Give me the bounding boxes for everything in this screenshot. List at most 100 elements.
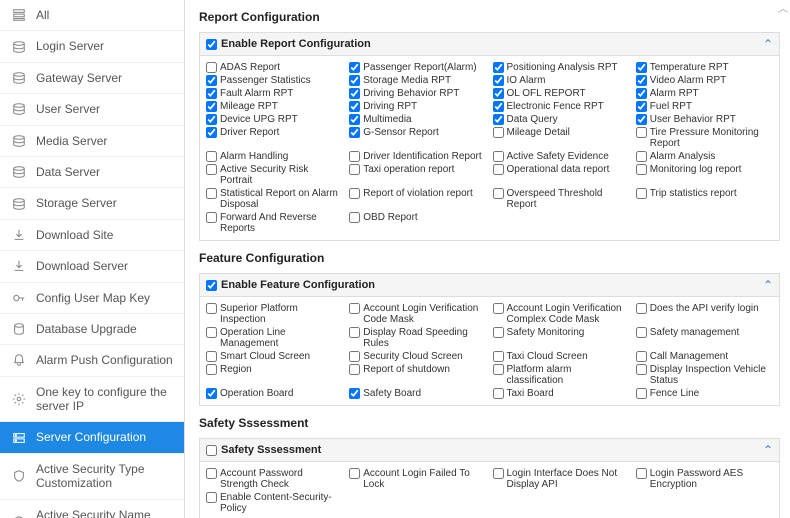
option-login-interface-does-not-display-api[interactable]: Login Interface Does Not Display API xyxy=(493,468,630,490)
option-checkbox[interactable] xyxy=(206,127,217,138)
option-checkbox[interactable] xyxy=(349,468,360,479)
option-checkbox[interactable] xyxy=(349,62,360,73)
sidebar-item-gateway-server[interactable]: Gateway Server xyxy=(0,63,184,94)
option-alarm-handling[interactable]: Alarm Handling xyxy=(206,151,343,162)
option-active-security-risk-portrait[interactable]: Active Security Risk Portrait xyxy=(206,164,343,186)
option-alarm-rpt[interactable]: Alarm RPT xyxy=(636,88,773,99)
option-checkbox[interactable] xyxy=(636,388,647,399)
option-fault-alarm-rpt[interactable]: Fault Alarm RPT xyxy=(206,88,343,99)
option-checkbox[interactable] xyxy=(493,101,504,112)
option-report-of-shutdown[interactable]: Report of shutdown xyxy=(349,364,486,386)
option-checkbox[interactable] xyxy=(349,101,360,112)
option-checkbox[interactable] xyxy=(636,151,647,162)
option-driver-identification-report[interactable]: Driver Identification Report xyxy=(349,151,486,162)
option-account-login-failed-to-lock[interactable]: Account Login Failed To Lock xyxy=(349,468,486,490)
option-security-cloud-screen[interactable]: Security Cloud Screen xyxy=(349,351,486,362)
option-overspeed-threshold-report[interactable]: Overspeed Threshold Report xyxy=(493,188,630,210)
option-region[interactable]: Region xyxy=(206,364,343,386)
sidebar-item-media-server[interactable]: Media Server xyxy=(0,126,184,157)
option-checkbox[interactable] xyxy=(636,364,647,375)
option-fence-line[interactable]: Fence Line xyxy=(636,388,773,399)
option-safety-board[interactable]: Safety Board xyxy=(349,388,486,399)
option-fuel-rpt[interactable]: Fuel RPT xyxy=(636,101,773,112)
option-checkbox[interactable] xyxy=(493,364,504,375)
option-checkbox[interactable] xyxy=(636,164,647,175)
enable-report-checkbox[interactable] xyxy=(206,39,217,50)
option-checkbox[interactable] xyxy=(636,468,647,479)
sidebar-item-database-upgrade[interactable]: Database Upgrade xyxy=(0,314,184,345)
option-checkbox[interactable] xyxy=(636,127,647,138)
option-checkbox[interactable] xyxy=(493,88,504,99)
collapse-icon[interactable]: ⌃ xyxy=(763,443,773,457)
option-display-inspection-vehicle-status[interactable]: Display Inspection Vehicle Status xyxy=(636,364,773,386)
sidebar-item-active-security-name-customization[interactable]: Active Security Name Customization xyxy=(0,500,184,518)
option-user-behavior-rpt[interactable]: User Behavior RPT xyxy=(636,114,773,125)
sidebar-item-server-configuration[interactable]: Server Configuration xyxy=(0,422,184,453)
sidebar-item-download-site[interactable]: Download Site xyxy=(0,220,184,251)
option-operational-data-report[interactable]: Operational data report xyxy=(493,164,630,186)
option-checkbox[interactable] xyxy=(493,351,504,362)
option-login-password-aes-encryption[interactable]: Login Password AES Encryption xyxy=(636,468,773,490)
option-checkbox[interactable] xyxy=(349,351,360,362)
option-mileage-rpt[interactable]: Mileage RPT xyxy=(206,101,343,112)
option-does-the-api-verify-login[interactable]: Does the API verify login xyxy=(636,303,773,325)
option-call-management[interactable]: Call Management xyxy=(636,351,773,362)
option-checkbox[interactable] xyxy=(206,164,217,175)
option-checkbox[interactable] xyxy=(636,188,647,199)
option-taxi-board[interactable]: Taxi Board xyxy=(493,388,630,399)
option-taxi-operation-report[interactable]: Taxi operation report xyxy=(349,164,486,186)
option-checkbox[interactable] xyxy=(493,151,504,162)
option-checkbox[interactable] xyxy=(349,212,360,223)
option-checkbox[interactable] xyxy=(349,388,360,399)
option-passenger-statistics[interactable]: Passenger Statistics xyxy=(206,75,343,86)
option-checkbox[interactable] xyxy=(206,351,217,362)
option-checkbox[interactable] xyxy=(636,62,647,73)
sidebar-item-all[interactable]: All xyxy=(0,0,184,31)
option-checkbox[interactable] xyxy=(206,468,217,479)
option-multimedia[interactable]: Multimedia xyxy=(349,114,486,125)
option-checkbox[interactable] xyxy=(349,364,360,375)
option-checkbox[interactable] xyxy=(636,351,647,362)
option-report-of-violation-report[interactable]: Report of violation report xyxy=(349,188,486,210)
option-monitoring-log-report[interactable]: Monitoring log report xyxy=(636,164,773,186)
option-checkbox[interactable] xyxy=(493,327,504,338)
option-checkbox[interactable] xyxy=(349,188,360,199)
option-statistical-report-on-alarm-disposal[interactable]: Statistical Report on Alarm Disposal xyxy=(206,188,343,210)
option-positioning-analysis-rpt[interactable]: Positioning Analysis RPT xyxy=(493,62,630,73)
option-checkbox[interactable] xyxy=(349,327,360,338)
sidebar-item-data-server[interactable]: Data Server xyxy=(0,157,184,188)
option-alarm-analysis[interactable]: Alarm Analysis xyxy=(636,151,773,162)
sidebar-item-storage-server[interactable]: Storage Server xyxy=(0,188,184,219)
option-forward-and-reverse-reports[interactable]: Forward And Reverse Reports xyxy=(206,212,343,234)
sidebar-item-alarm-push-configuration[interactable]: Alarm Push Configuration xyxy=(0,345,184,376)
option-checkbox[interactable] xyxy=(206,188,217,199)
option-operation-board[interactable]: Operation Board xyxy=(206,388,343,399)
option-superior-platform-inspection[interactable]: Superior Platform Inspection xyxy=(206,303,343,325)
option-checkbox[interactable] xyxy=(493,114,504,125)
option-checkbox[interactable] xyxy=(206,492,217,503)
option-checkbox[interactable] xyxy=(636,75,647,86)
option-checkbox[interactable] xyxy=(349,164,360,175)
option-checkbox[interactable] xyxy=(206,327,217,338)
option-checkbox[interactable] xyxy=(493,468,504,479)
option-mileage-detail[interactable]: Mileage Detail xyxy=(493,127,630,149)
option-smart-cloud-screen[interactable]: Smart Cloud Screen xyxy=(206,351,343,362)
enable-safety-checkbox[interactable] xyxy=(206,445,217,456)
option-checkbox[interactable] xyxy=(206,151,217,162)
option-storage-media-rpt[interactable]: Storage Media RPT xyxy=(349,75,486,86)
option-checkbox[interactable] xyxy=(349,303,360,314)
option-checkbox[interactable] xyxy=(206,62,217,73)
option-checkbox[interactable] xyxy=(493,62,504,73)
option-display-road-speeding-rules[interactable]: Display Road Speeding Rules xyxy=(349,327,486,349)
option-checkbox[interactable] xyxy=(349,151,360,162)
option-checkbox[interactable] xyxy=(206,364,217,375)
option-adas-report[interactable]: ADAS Report xyxy=(206,62,343,73)
option-checkbox[interactable] xyxy=(636,327,647,338)
option-passenger-report-alarm-[interactable]: Passenger Report(Alarm) xyxy=(349,62,486,73)
option-temperature-rpt[interactable]: Temperature RPT xyxy=(636,62,773,73)
option-checkbox[interactable] xyxy=(636,88,647,99)
option-checkbox[interactable] xyxy=(206,303,217,314)
option-tire-pressure-monitoring-report[interactable]: Tire Pressure Monitoring Report xyxy=(636,127,773,149)
sidebar-item-one-key-to-configure-the-server-ip[interactable]: One key to configure the server IP xyxy=(0,377,184,423)
sidebar-item-config-user-map-key[interactable]: Config User Map Key xyxy=(0,283,184,314)
